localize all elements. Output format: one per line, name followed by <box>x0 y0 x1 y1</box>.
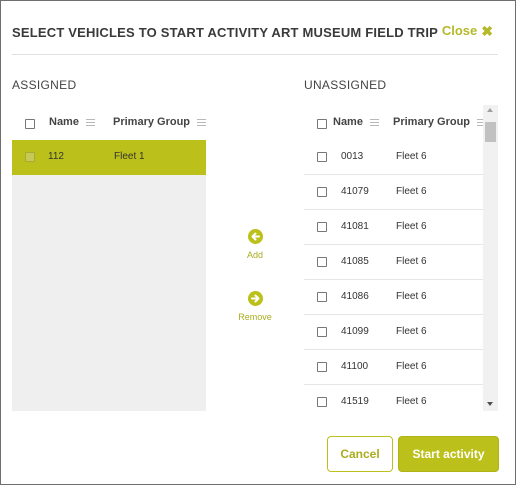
scroll-up-arrow-icon[interactable] <box>487 108 493 112</box>
column-menu-icon[interactable] <box>369 118 379 126</box>
vehicle-primary-group: Fleet 6 <box>396 186 427 197</box>
table-row[interactable]: 112 Fleet 1 <box>12 140 206 175</box>
assigned-col-name[interactable]: Name <box>49 116 95 128</box>
vehicle-name: 41085 <box>341 256 369 267</box>
unassigned-table: Name Primary Group 0013 Fleet 6 41079 Fleet… <box>304 105 498 411</box>
table-row[interactable]: 41099 Fleet 6 <box>304 315 483 350</box>
remove-label: Remove <box>238 312 272 322</box>
assigned-table: Name Primary Group 112 Fleet 1 <box>12 105 206 411</box>
vehicle-primary-group: Fleet 6 <box>396 256 427 267</box>
vehicle-primary-group: Fleet 6 <box>396 291 427 302</box>
vehicle-primary-group: Fleet 6 <box>396 221 427 232</box>
select-vehicles-dialog: SELECT VEHICLES TO START ACTIVITY ART MU… <box>0 0 516 485</box>
column-menu-icon[interactable] <box>197 118 206 126</box>
row-checkbox[interactable] <box>25 152 35 162</box>
unassigned-scrollbar[interactable] <box>483 105 498 411</box>
arrow-left-circle-icon <box>247 229 263 244</box>
row-checkbox[interactable] <box>317 152 327 162</box>
title-divider <box>12 54 498 55</box>
table-row[interactable]: 41519 Fleet 6 <box>304 385 483 411</box>
vehicle-name: 41100 <box>341 361 369 372</box>
unassigned-label: UNASSIGNED <box>304 78 387 92</box>
table-row[interactable]: 41085 Fleet 6 <box>304 245 483 280</box>
vehicle-primary-group: Fleet 1 <box>114 151 145 162</box>
arrow-right-circle-icon <box>247 291 263 306</box>
table-row[interactable]: 0013 Fleet 6 <box>304 140 483 175</box>
scroll-thumb[interactable] <box>485 122 496 142</box>
vehicle-primary-group: Fleet 6 <box>396 151 427 162</box>
assigned-label: ASSIGNED <box>12 78 77 92</box>
vehicle-name: 0013 <box>341 151 364 162</box>
row-checkbox[interactable] <box>317 222 327 232</box>
vehicle-name: 41086 <box>341 291 369 302</box>
row-checkbox[interactable] <box>317 292 327 302</box>
scroll-down-arrow-icon[interactable] <box>487 402 493 406</box>
close-button[interactable]: Close ✖ <box>442 23 493 38</box>
add-button[interactable]: Add <box>230 229 280 260</box>
row-checkbox[interactable] <box>317 397 327 407</box>
vehicle-name: 41099 <box>341 326 369 337</box>
row-checkbox[interactable] <box>317 187 327 197</box>
vehicle-name: 41519 <box>341 396 369 407</box>
table-row[interactable]: 41079 Fleet 6 <box>304 175 483 210</box>
unassigned-col-group[interactable]: Primary Group <box>393 116 487 128</box>
vehicle-primary-group: Fleet 6 <box>396 361 427 372</box>
unassigned-select-all-checkbox[interactable] <box>317 119 327 129</box>
assigned-col-group[interactable]: Primary Group <box>113 116 206 128</box>
table-row[interactable]: 41081 Fleet 6 <box>304 210 483 245</box>
row-checkbox[interactable] <box>317 327 327 337</box>
unassigned-col-name[interactable]: Name <box>333 116 379 128</box>
dialog-title: SELECT VEHICLES TO START ACTIVITY ART MU… <box>12 25 439 40</box>
assigned-table-header: Name Primary Group <box>12 105 206 141</box>
table-row[interactable]: 41086 Fleet 6 <box>304 280 483 315</box>
column-menu-icon[interactable] <box>85 118 95 126</box>
unassigned-table-header: Name Primary Group <box>304 105 487 141</box>
row-checkbox[interactable] <box>317 257 327 267</box>
cancel-button[interactable]: Cancel <box>327 436 393 472</box>
vehicle-name: 112 <box>48 151 64 162</box>
row-checkbox[interactable] <box>317 362 327 372</box>
close-icon: ✖ <box>481 22 493 39</box>
vehicle-name: 41079 <box>341 186 369 197</box>
remove-button[interactable]: Remove <box>230 291 280 322</box>
assigned-select-all-checkbox[interactable] <box>25 119 35 129</box>
vehicle-primary-group: Fleet 6 <box>396 396 427 407</box>
close-label: Close <box>441 23 478 38</box>
start-activity-button[interactable]: Start activity <box>398 436 499 472</box>
vehicle-name: 41081 <box>341 221 369 232</box>
vehicle-primary-group: Fleet 6 <box>396 326 427 337</box>
add-label: Add <box>246 250 263 260</box>
table-row[interactable]: 41100 Fleet 6 <box>304 350 483 385</box>
